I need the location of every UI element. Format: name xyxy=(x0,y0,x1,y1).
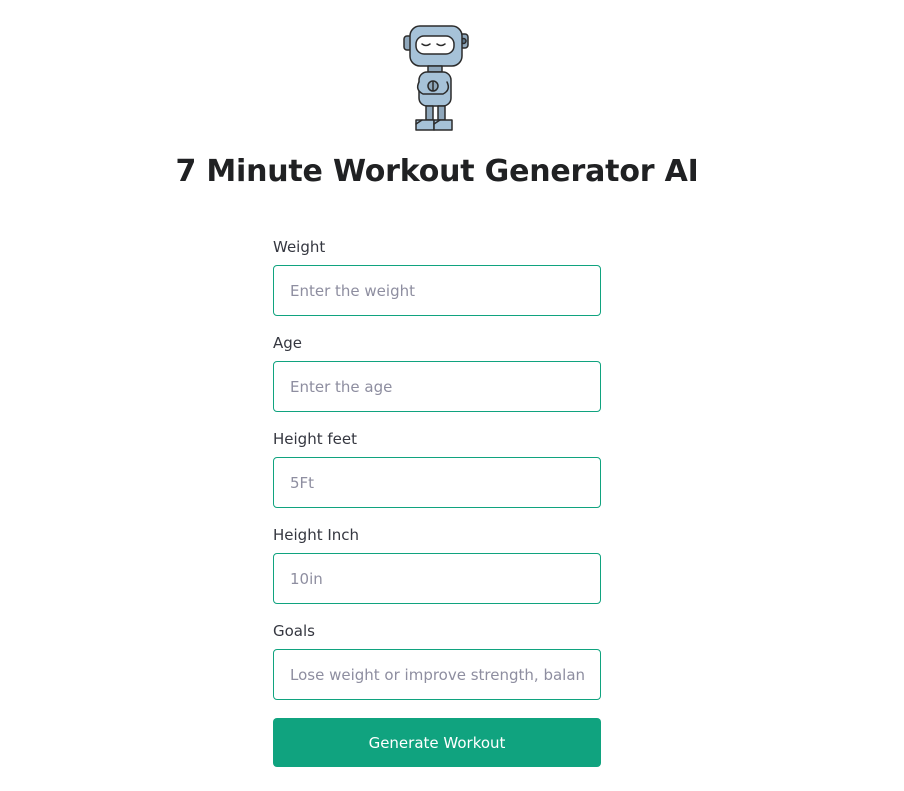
height-feet-label: Height feet xyxy=(273,430,357,448)
page-title: 7 Minute Workout Generator AI xyxy=(175,154,699,189)
height-inch-input[interactable] xyxy=(273,553,601,604)
generate-workout-button[interactable]: Generate Workout xyxy=(273,718,601,767)
goals-label: Goals xyxy=(273,622,315,640)
weight-input[interactable] xyxy=(273,265,601,316)
goals-input[interactable] xyxy=(273,649,601,700)
height-inch-label: Height Inch xyxy=(273,526,360,544)
age-input[interactable] xyxy=(273,361,601,412)
weight-label: Weight xyxy=(273,238,326,256)
robot-icon xyxy=(403,25,469,131)
workout-form: Weight Age Height feet Height Inch Goals xyxy=(273,236,601,716)
height-feet-input[interactable] xyxy=(273,457,601,508)
age-label: Age xyxy=(273,334,303,352)
